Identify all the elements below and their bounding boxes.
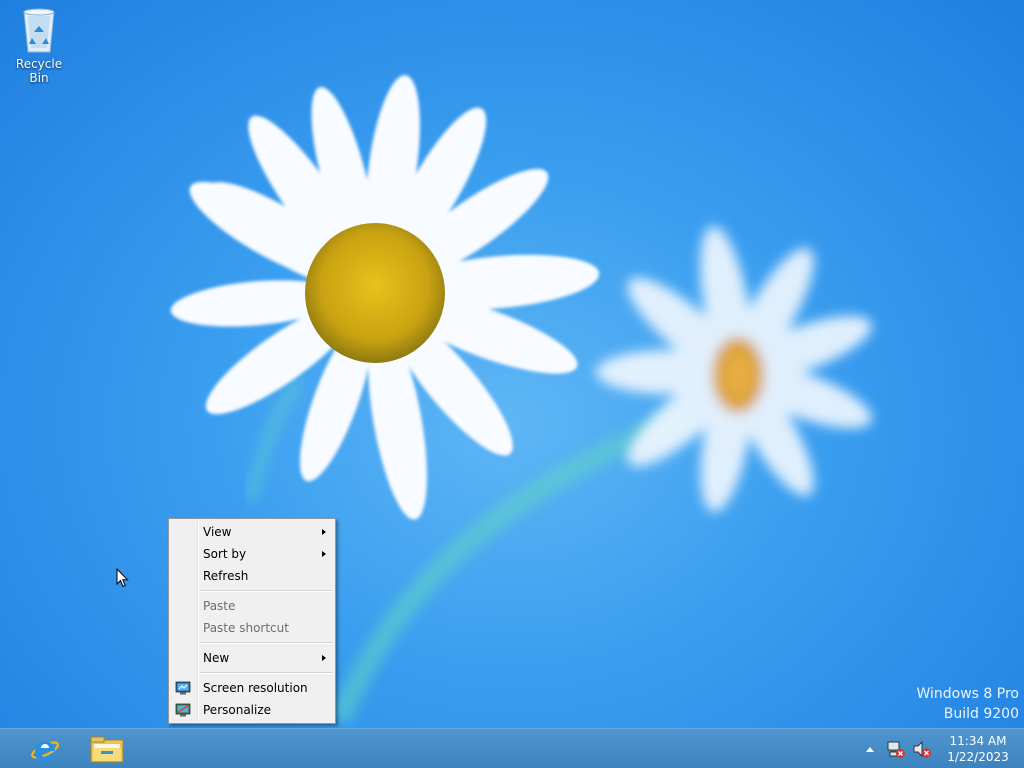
taskbar: 11:34 AM 1/22/2023	[0, 728, 1024, 768]
menu-item-personalize[interactable]: Personalize	[169, 699, 335, 721]
recycle-bin-icon	[23, 8, 55, 53]
internet-explorer-icon	[31, 741, 59, 763]
menu-item-screen-resolution[interactable]: Screen resolution	[169, 677, 335, 699]
clock-time: 11:34 AM	[949, 734, 1007, 748]
menu-item-sort-by[interactable]: Sort by	[169, 543, 335, 565]
menu-item-view[interactable]: View	[169, 521, 335, 543]
menu-item-new[interactable]: New	[169, 647, 335, 669]
volume-muted-icon[interactable]	[912, 739, 932, 759]
clock-date: 1/22/2023	[947, 750, 1009, 764]
submenu-arrow-icon	[322, 529, 326, 535]
menu-item-label: Sort by	[203, 547, 247, 561]
network-error-icon[interactable]	[886, 739, 906, 759]
menu-item-label: Personalize	[203, 703, 272, 717]
menu-item-label: Screen resolution	[203, 681, 308, 695]
taskbar-clock[interactable]: 11:34 AM 1/22/2023	[942, 733, 1014, 765]
menu-item-label: Paste shortcut	[203, 621, 289, 635]
submenu-arrow-icon	[322, 551, 326, 557]
menu-separator	[199, 672, 333, 674]
menu-item-paste-shortcut: Paste shortcut	[169, 617, 335, 639]
desktop-icon-recycle-bin[interactable]: Recycle Bin	[6, 6, 72, 85]
file-explorer-icon	[90, 736, 124, 763]
menu-item-refresh[interactable]: Refresh	[169, 565, 335, 587]
show-hidden-icons-chevron[interactable]	[866, 746, 874, 752]
menu-item-label: Refresh	[203, 569, 249, 583]
taskbar-file-explorer-button[interactable]	[78, 730, 136, 768]
desktop-icon-label: Recycle Bin	[15, 57, 63, 85]
menu-separator	[199, 642, 333, 644]
watermark-edition: Windows 8 Pro	[916, 686, 1019, 702]
menu-item-label: Paste	[203, 599, 236, 613]
menu-item-label: View	[203, 525, 232, 539]
system-tray: 11:34 AM 1/22/2023	[866, 729, 1024, 768]
windows-watermark: Windows 8 Pro Build 9200	[916, 684, 1019, 724]
watermark-build: Build 9200	[943, 706, 1019, 722]
menu-separator	[199, 590, 333, 592]
menu-item-paste: Paste	[169, 595, 335, 617]
mouse-cursor-icon	[116, 568, 129, 588]
submenu-arrow-icon	[322, 655, 326, 661]
taskbar-internet-explorer-button[interactable]	[16, 730, 74, 768]
menu-item-label: New	[203, 651, 230, 665]
desktop[interactable]: Recycle Bin Windows 8 Pro Build 9200 Vie…	[0, 0, 1024, 768]
display-settings-icon	[175, 681, 191, 695]
wallpaper-daisy-image	[170, 75, 872, 725]
desktop-context-menu: View Sort by Refresh Paste Paste shortcu…	[168, 518, 336, 724]
personalize-icon	[175, 703, 191, 717]
